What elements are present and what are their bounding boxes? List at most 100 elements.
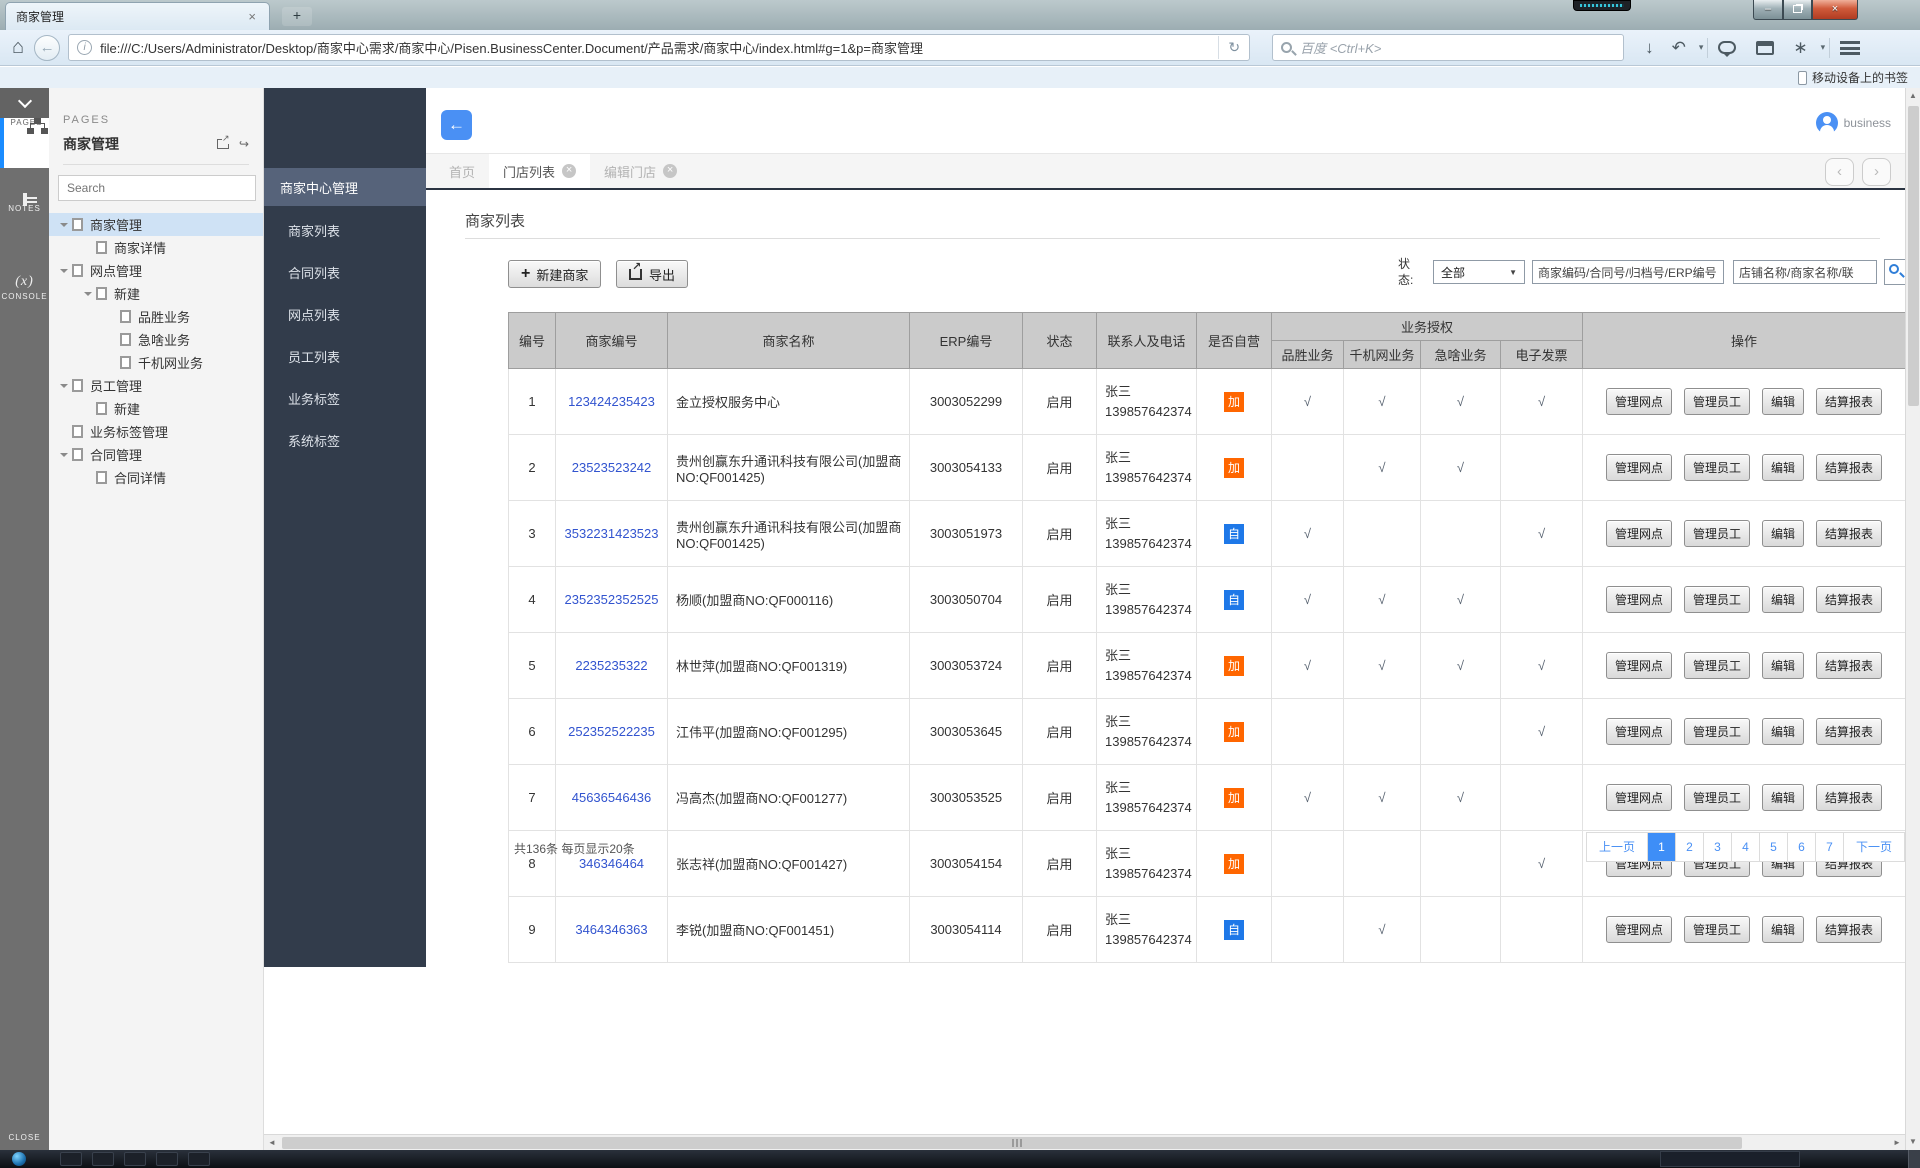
row-action-结算报表[interactable]: 结算报表 — [1816, 784, 1882, 811]
horizontal-scrollbar[interactable]: ◄ ► — [264, 1134, 1905, 1150]
pagination-next[interactable]: 下一页 — [1843, 833, 1904, 861]
row-action-管理员工[interactable]: 管理员工 — [1684, 652, 1750, 679]
row-action-编辑[interactable]: 编辑 — [1762, 652, 1804, 679]
tree-caret-icon[interactable] — [57, 217, 70, 232]
row-action-管理网点[interactable]: 管理网点 — [1606, 586, 1672, 613]
pagination-page-3[interactable]: 3 — [1703, 833, 1731, 861]
pagination-page-7[interactable]: 7 — [1815, 833, 1843, 861]
sidebar-item-商家列表[interactable]: 商家列表 — [264, 212, 426, 248]
open-page-icon[interactable] — [217, 139, 229, 149]
horizontal-scroll-thumb[interactable] — [282, 1137, 1742, 1149]
tree-item-新建[interactable]: 新建 — [49, 397, 263, 420]
row-action-编辑[interactable]: 编辑 — [1762, 718, 1804, 745]
page-back-button[interactable]: ← — [441, 110, 472, 140]
new-merchant-button[interactable]: + 新建商家 — [508, 260, 601, 288]
vertical-scroll-thumb[interactable] — [1908, 106, 1919, 406]
row-action-管理员工[interactable]: 管理员工 — [1684, 520, 1750, 547]
chat-icon[interactable] — [1718, 41, 1736, 54]
taskbar-app-icon[interactable] — [188, 1152, 210, 1166]
taskbar-app-icon[interactable] — [156, 1152, 178, 1166]
merchant-code-link[interactable]: 45636546436 — [572, 790, 652, 805]
tab-close-icon[interactable]: × — [663, 164, 677, 178]
row-action-管理网点[interactable]: 管理网点 — [1606, 784, 1672, 811]
export-button[interactable]: 导出 — [616, 260, 688, 288]
sidebar-item-网点列表[interactable]: 网点列表 — [264, 296, 426, 332]
row-action-结算报表[interactable]: 结算报表 — [1816, 388, 1882, 415]
tree-caret-icon[interactable] — [57, 447, 70, 462]
row-action-管理网点[interactable]: 管理网点 — [1606, 388, 1672, 415]
history-icon[interactable]: ↶ — [1663, 38, 1695, 58]
row-action-管理员工[interactable]: 管理员工 — [1684, 718, 1750, 745]
vertical-scrollbar[interactable]: ▲ ▼ — [1905, 88, 1920, 1150]
merchant-code-filter-input[interactable] — [1532, 260, 1724, 284]
merchant-code-link[interactable]: 23523523242 — [572, 460, 652, 475]
row-action-管理网点[interactable]: 管理网点 — [1606, 718, 1672, 745]
merchant-code-link[interactable]: 2235235322 — [575, 658, 647, 673]
merchant-code-link[interactable]: 3464346363 — [575, 922, 647, 937]
system-tray[interactable] — [1660, 1151, 1800, 1167]
tree-item-合同详情[interactable]: 合同详情 — [49, 466, 263, 489]
taskbar-app-icon[interactable] — [124, 1152, 146, 1166]
addon-icon[interactable]: ∗ — [1784, 38, 1816, 58]
rail-item-notes[interactable]: NOTES — [0, 195, 49, 245]
rail-item-console[interactable]: (x) CONSOLE — [0, 268, 49, 318]
row-action-管理员工[interactable]: 管理员工 — [1684, 388, 1750, 415]
merchant-code-link[interactable]: 346346464 — [579, 856, 644, 871]
taskbar-app-icon[interactable] — [92, 1152, 114, 1166]
pages-search-input[interactable] — [58, 175, 256, 201]
scroll-right-icon[interactable]: ► — [1889, 1138, 1905, 1147]
tree-item-网点管理[interactable]: 网点管理 — [49, 259, 263, 282]
show-desktop-button[interactable] — [1908, 1150, 1920, 1168]
addon-caret-icon[interactable]: ▾ — [1817, 42, 1830, 53]
tree-item-千机网业务[interactable]: 千机网业务 — [49, 351, 263, 374]
scroll-down-icon[interactable]: ▼ — [1906, 1134, 1920, 1150]
start-button[interactable] — [12, 1152, 26, 1166]
sidebar-section-header[interactable]: 商家中心管理 — [264, 168, 426, 206]
merchant-code-link[interactable]: 2352352352525 — [565, 592, 659, 607]
tree-item-急啥业务[interactable]: 急啥业务 — [49, 328, 263, 351]
mobile-bookmark-label[interactable]: 移动设备上的书签 — [1812, 69, 1908, 86]
sidebar-item-系统标签[interactable]: 系统标签 — [264, 422, 426, 458]
row-action-管理网点[interactable]: 管理网点 — [1606, 916, 1672, 943]
panel-icon[interactable] — [1756, 41, 1774, 55]
merchant-code-link[interactable]: 3532231423523 — [565, 526, 659, 541]
sidebar-item-业务标签[interactable]: 业务标签 — [264, 380, 426, 416]
pagination-page-1[interactable]: 1 — [1647, 833, 1675, 861]
home-icon[interactable]: ⌂ — [12, 36, 24, 59]
workspace-tab-首页[interactable]: 首页 — [435, 154, 489, 188]
sidebar-item-合同列表[interactable]: 合同列表 — [264, 254, 426, 290]
rail-item-pages[interactable]: PAGES — [0, 118, 49, 168]
row-action-管理网点[interactable]: 管理网点 — [1606, 454, 1672, 481]
tab-scroll-left-button[interactable]: ‹ — [1825, 158, 1854, 186]
url-bar[interactable]: i file:///C:/Users/Administrator/Desktop… — [68, 34, 1250, 61]
row-action-结算报表[interactable]: 结算报表 — [1816, 916, 1882, 943]
row-action-编辑[interactable]: 编辑 — [1762, 916, 1804, 943]
restore-button[interactable] — [1783, 0, 1812, 20]
collapse-chevron-icon[interactable] — [0, 88, 49, 118]
tree-item-员工管理[interactable]: 员工管理 — [49, 374, 263, 397]
page-link-icon[interactable]: ↪ — [239, 137, 249, 151]
tree-caret-icon[interactable] — [57, 263, 70, 278]
pagination-prev[interactable]: 上一页 — [1587, 833, 1647, 861]
row-action-结算报表[interactable]: 结算报表 — [1816, 652, 1882, 679]
tree-item-新建[interactable]: 新建 — [49, 282, 263, 305]
pagination-page-5[interactable]: 5 — [1759, 833, 1787, 861]
row-action-管理员工[interactable]: 管理员工 — [1684, 454, 1750, 481]
tree-item-业务标签管理[interactable]: 业务标签管理 — [49, 420, 263, 443]
row-action-编辑[interactable]: 编辑 — [1762, 454, 1804, 481]
pagination-page-4[interactable]: 4 — [1731, 833, 1759, 861]
scroll-left-icon[interactable]: ◄ — [264, 1138, 280, 1147]
tab-scroll-right-button[interactable]: › — [1862, 158, 1891, 186]
row-action-结算报表[interactable]: 结算报表 — [1816, 718, 1882, 745]
row-action-管理网点[interactable]: 管理网点 — [1606, 520, 1672, 547]
row-action-管理网点[interactable]: 管理网点 — [1606, 652, 1672, 679]
history-caret-icon[interactable]: ▾ — [1695, 42, 1708, 53]
new-tab-button[interactable]: + — [282, 7, 312, 26]
status-select[interactable]: 全部 ▼ — [1433, 260, 1525, 284]
info-icon[interactable]: i — [77, 40, 92, 55]
tree-item-商家详情[interactable]: 商家详情 — [49, 236, 263, 259]
row-action-管理员工[interactable]: 管理员工 — [1684, 586, 1750, 613]
tab-close-icon[interactable]: × — [562, 164, 576, 178]
minimize-button[interactable]: – — [1753, 0, 1783, 20]
store-name-filter-input[interactable] — [1733, 260, 1877, 284]
